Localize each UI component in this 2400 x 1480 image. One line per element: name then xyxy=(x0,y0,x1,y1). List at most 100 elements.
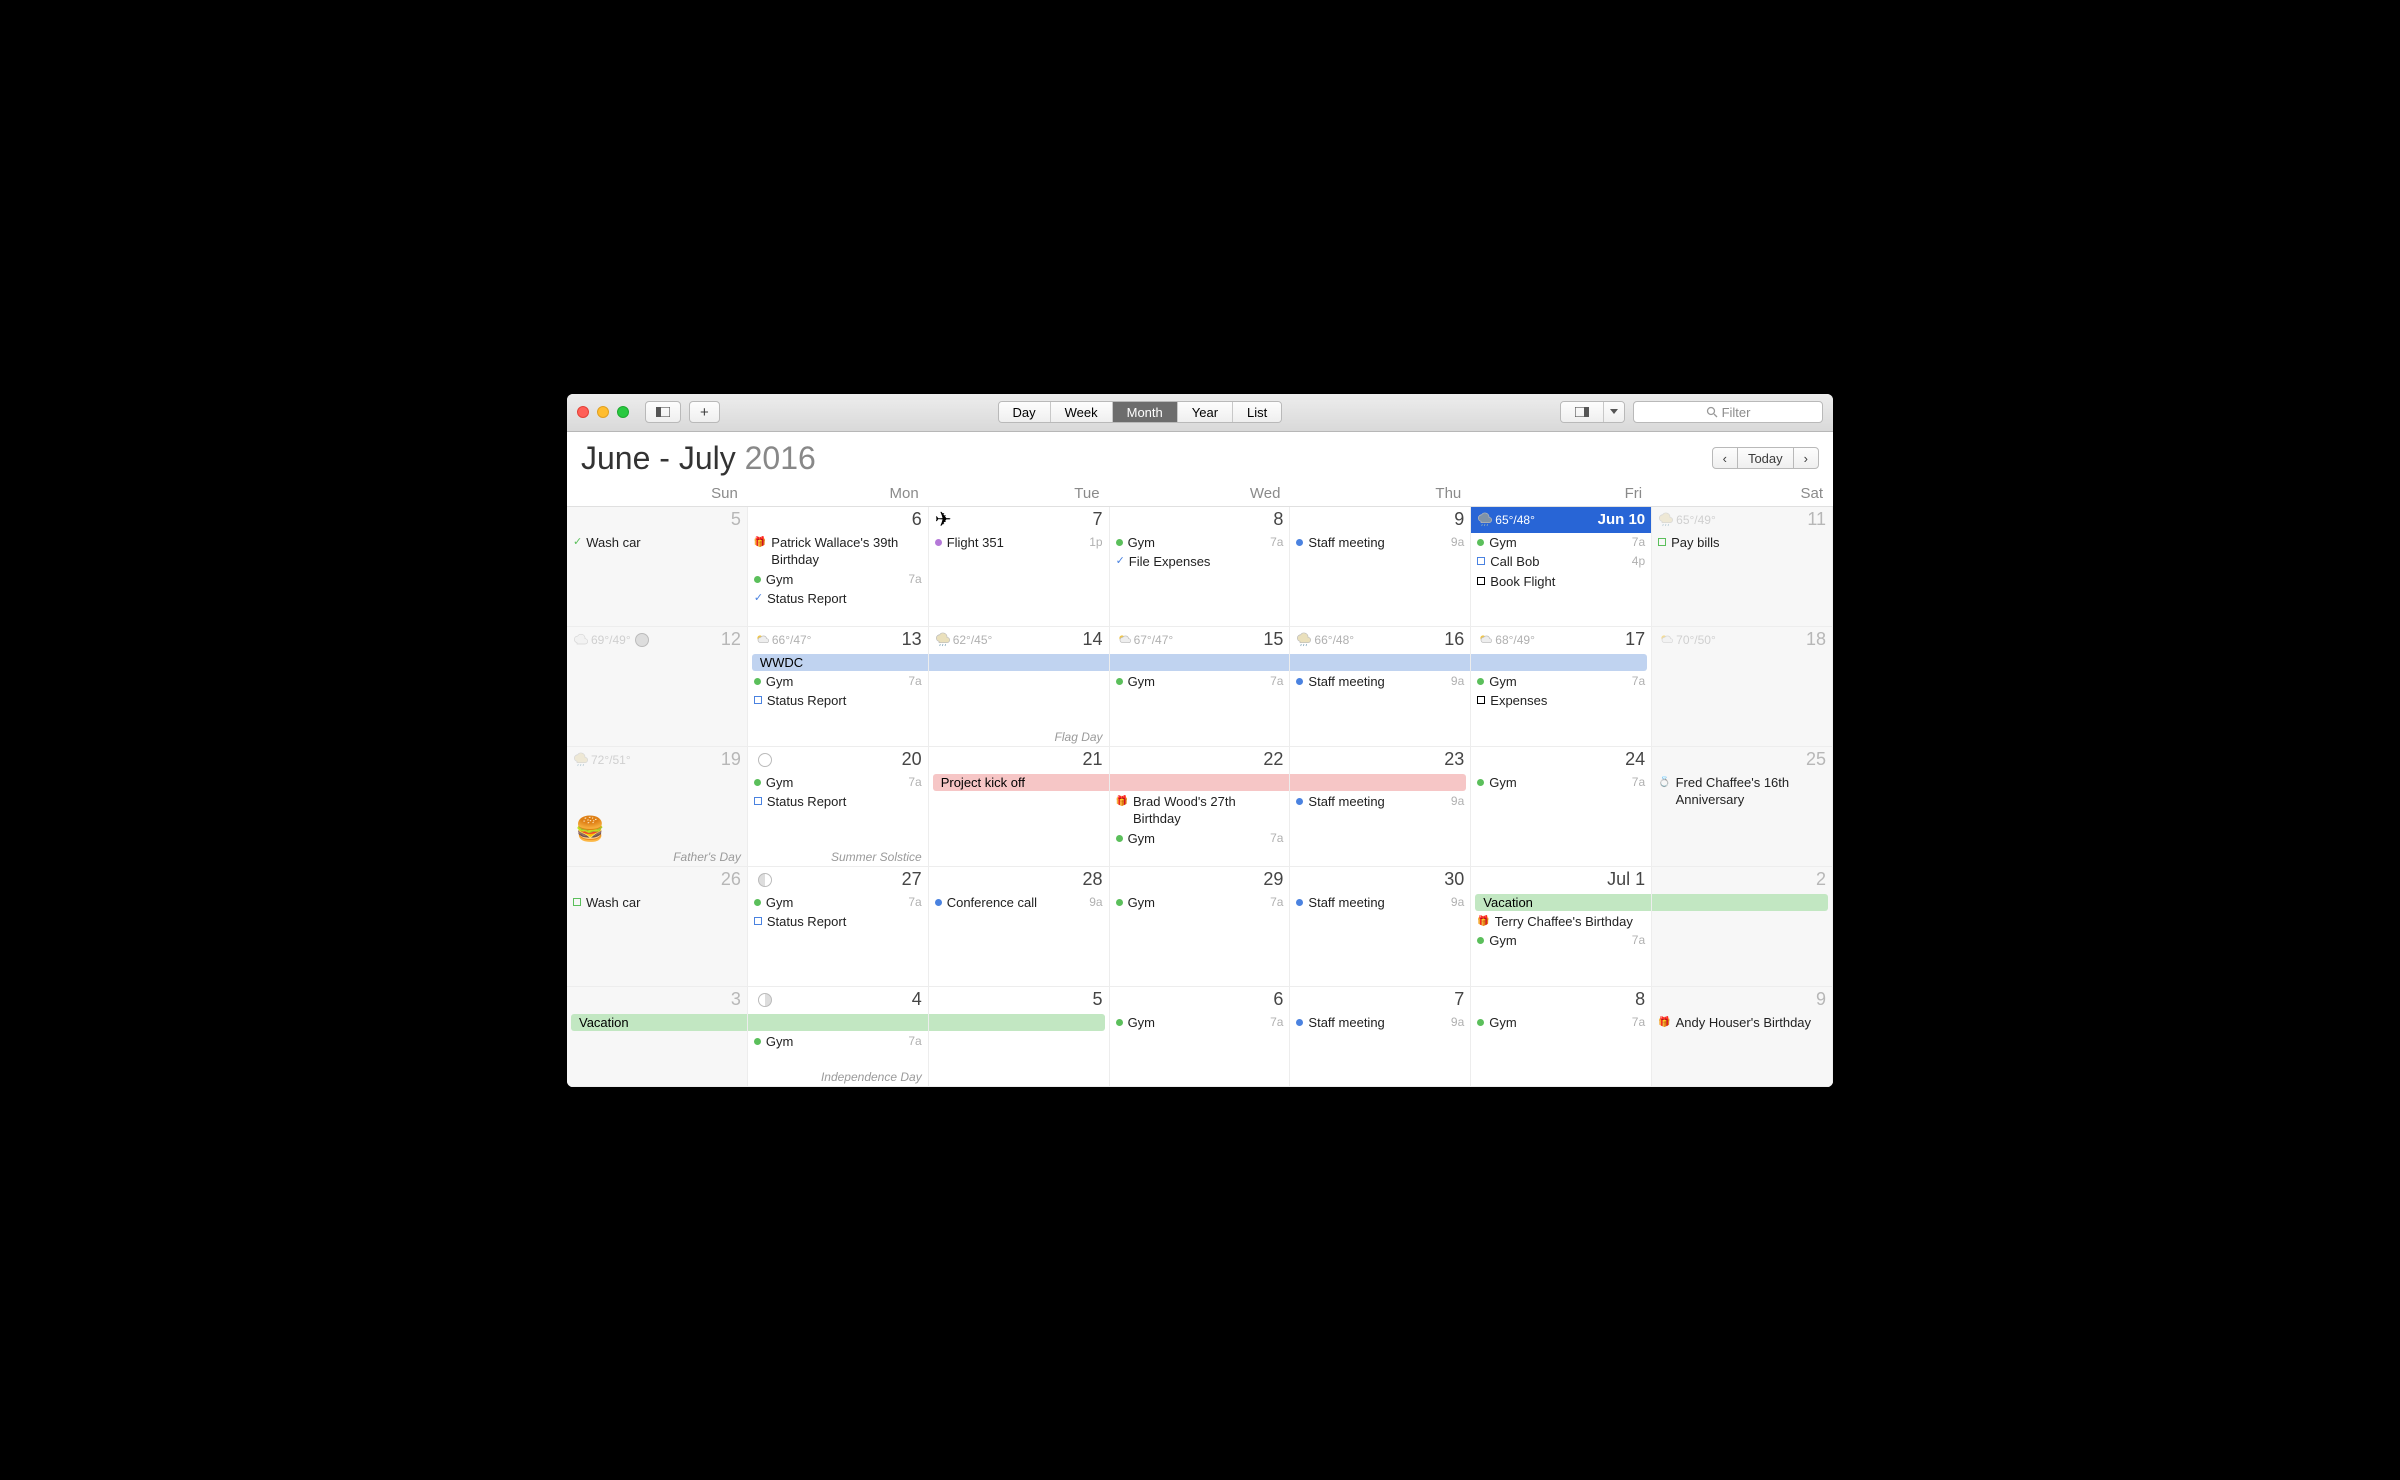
event-bar[interactable] xyxy=(1290,654,1471,671)
day-cell[interactable]: 3Vacation xyxy=(567,987,748,1087)
event-bar[interactable] xyxy=(1110,774,1291,791)
day-cell[interactable]: 6Gym7a xyxy=(1110,987,1291,1087)
day-cell[interactable]: 30Staff meeting9a xyxy=(1290,867,1471,987)
day-cell[interactable]: 66°/47°13WWDCGym7aStatus Report xyxy=(748,627,929,747)
event-item[interactable]: Call Bob4p xyxy=(1475,552,1647,572)
close-button[interactable] xyxy=(577,406,589,418)
day-cell[interactable]: 24Gym7a xyxy=(1471,747,1652,867)
event-item[interactable]: Book Flight xyxy=(1475,572,1647,592)
event-item[interactable]: Status Report xyxy=(752,792,924,812)
event-bar[interactable] xyxy=(929,654,1110,671)
day-cell[interactable]: 69°/49°12 xyxy=(567,627,748,747)
view-week[interactable]: Week xyxy=(1051,402,1113,422)
day-cell[interactable]: 26Wash car xyxy=(567,867,748,987)
event-item[interactable]: Staff meeting9a xyxy=(1294,893,1466,913)
event-item[interactable]: Staff meeting9a xyxy=(1294,533,1466,553)
event-item[interactable]: Status Report xyxy=(752,691,924,711)
event-item[interactable]: Gym7a xyxy=(1114,829,1286,849)
event-item[interactable]: ✓Status Report xyxy=(752,589,924,609)
event-item[interactable]: ✓File Expenses xyxy=(1114,552,1286,572)
day-cell[interactable]: 6🎁Patrick Wallace's 39th BirthdayGym7a✓S… xyxy=(748,507,929,627)
view-list[interactable]: List xyxy=(1233,402,1281,422)
event-item[interactable]: 🎁Brad Wood's 27th Birthday xyxy=(1114,792,1286,829)
event-item[interactable]: Gym7a xyxy=(1114,533,1286,553)
day-cell[interactable]: 5✓Wash car xyxy=(567,507,748,627)
event-item[interactable]: Gym7a xyxy=(752,672,924,692)
event-item[interactable]: Gym7a xyxy=(752,570,924,590)
day-cell[interactable]: 8Gym7a xyxy=(1471,987,1652,1087)
today-button[interactable]: Today xyxy=(1737,447,1794,469)
day-cell[interactable]: 66°/48°16 Staff meeting9a xyxy=(1290,627,1471,747)
filter-search-input[interactable]: Filter xyxy=(1633,401,1823,423)
zoom-button[interactable] xyxy=(617,406,629,418)
sidebar-toggle-button[interactable] xyxy=(645,401,681,423)
event-bar[interactable]: Vacation xyxy=(571,1014,748,1031)
day-cell[interactable]: ✈7Flight 3511p xyxy=(929,507,1110,627)
event-item[interactable]: Gym7a xyxy=(1114,1013,1286,1033)
event-item[interactable]: Gym7a xyxy=(1114,893,1286,913)
event-item[interactable]: 🎁Patrick Wallace's 39th Birthday xyxy=(752,533,924,570)
event-item[interactable]: Gym7a xyxy=(1475,931,1647,951)
view-year[interactable]: Year xyxy=(1178,402,1233,422)
event-item[interactable]: Wash car xyxy=(571,893,743,913)
day-cell[interactable]: 5 xyxy=(929,987,1110,1087)
event-item[interactable]: 🎁Andy Houser's Birthday xyxy=(1656,1013,1828,1033)
day-cell[interactable]: Jul 1Vacation🎁Terry Chaffee's BirthdayGy… xyxy=(1471,867,1652,987)
day-cell[interactable]: 29Gym7a xyxy=(1110,867,1291,987)
event-item[interactable]: Staff meeting9a xyxy=(1294,1013,1466,1033)
prev-month-button[interactable]: ‹ xyxy=(1712,447,1738,469)
day-cell[interactable]: 65°/48°Jun 10Gym7aCall Bob4pBook Flight xyxy=(1471,507,1652,627)
day-cell[interactable]: 68°/49°17 Gym7aExpenses xyxy=(1471,627,1652,747)
event-item[interactable]: Gym7a xyxy=(752,773,924,793)
day-cell[interactable]: 2 xyxy=(1652,867,1833,987)
day-cell[interactable]: 62°/45°14 Flag Day xyxy=(929,627,1110,747)
event-bar[interactable] xyxy=(748,1014,929,1031)
day-cell[interactable]: 8Gym7a✓File Expenses xyxy=(1110,507,1291,627)
event-bar[interactable]: Vacation xyxy=(1475,894,1652,911)
event-bar[interactable] xyxy=(929,1014,1105,1031)
day-cell[interactable]: 67°/47°15 Gym7a xyxy=(1110,627,1291,747)
add-event-button[interactable]: + xyxy=(689,401,720,423)
panel-dropdown-button[interactable] xyxy=(1604,402,1624,422)
event-item[interactable]: Staff meeting9a xyxy=(1294,672,1466,692)
event-item[interactable]: Expenses xyxy=(1475,691,1647,711)
event-item[interactable]: Gym7a xyxy=(1475,773,1647,793)
view-month[interactable]: Month xyxy=(1113,402,1178,422)
event-bar[interactable] xyxy=(1110,654,1291,671)
day-cell[interactable]: 22 🎁Brad Wood's 27th BirthdayGym7a xyxy=(1110,747,1291,867)
event-item[interactable]: Conference call9a xyxy=(933,893,1105,913)
day-cell[interactable]: 27Gym7aStatus Report xyxy=(748,867,929,987)
view-day[interactable]: Day xyxy=(999,402,1051,422)
event-bar[interactable] xyxy=(1652,894,1828,911)
event-bar[interactable]: WWDC xyxy=(752,654,929,671)
event-item[interactable]: Gym7a xyxy=(1475,533,1647,553)
event-item[interactable]: 💍Fred Chaffee's 16th Anniversary xyxy=(1656,773,1828,810)
day-cell[interactable]: 4 Gym7aIndependence Day xyxy=(748,987,929,1087)
panel-toggle-button[interactable] xyxy=(1561,402,1604,422)
day-cell[interactable]: 70°/50°18 xyxy=(1652,627,1833,747)
day-cell[interactable]: 25💍Fred Chaffee's 16th Anniversary xyxy=(1652,747,1833,867)
day-cell[interactable]: 21Project kick off xyxy=(929,747,1110,867)
event-item[interactable]: Gym7a xyxy=(1475,672,1647,692)
day-cell[interactable]: 9🎁Andy Houser's Birthday xyxy=(1652,987,1833,1087)
event-item[interactable]: Pay bills xyxy=(1656,533,1828,553)
event-item[interactable]: Gym7a xyxy=(752,893,924,913)
day-cell[interactable]: 28Conference call9a xyxy=(929,867,1110,987)
event-bar[interactable] xyxy=(1290,774,1466,791)
event-item[interactable]: Gym7a xyxy=(752,1032,924,1052)
day-cell[interactable]: 65°/49°11Pay bills xyxy=(1652,507,1833,627)
next-month-button[interactable]: › xyxy=(1793,447,1819,469)
day-cell[interactable]: 9Staff meeting9a xyxy=(1290,507,1471,627)
day-cell[interactable]: 7Staff meeting9a xyxy=(1290,987,1471,1087)
event-item[interactable]: Staff meeting9a xyxy=(1294,792,1466,812)
day-cell[interactable]: 23 Staff meeting9a xyxy=(1290,747,1471,867)
event-item[interactable]: ✓Wash car xyxy=(571,533,743,553)
day-cell[interactable]: 20Gym7aStatus ReportSummer Solstice xyxy=(748,747,929,867)
event-item[interactable]: Gym7a xyxy=(1114,672,1286,692)
event-item[interactable]: 🎁Terry Chaffee's Birthday xyxy=(1475,912,1647,932)
event-item[interactable]: Status Report xyxy=(752,912,924,932)
minimize-button[interactable] xyxy=(597,406,609,418)
day-cell[interactable]: 72°/51°19Father's Day🍔 xyxy=(567,747,748,867)
event-item[interactable]: Flight 3511p xyxy=(933,533,1105,553)
event-item[interactable]: Gym7a xyxy=(1475,1013,1647,1033)
